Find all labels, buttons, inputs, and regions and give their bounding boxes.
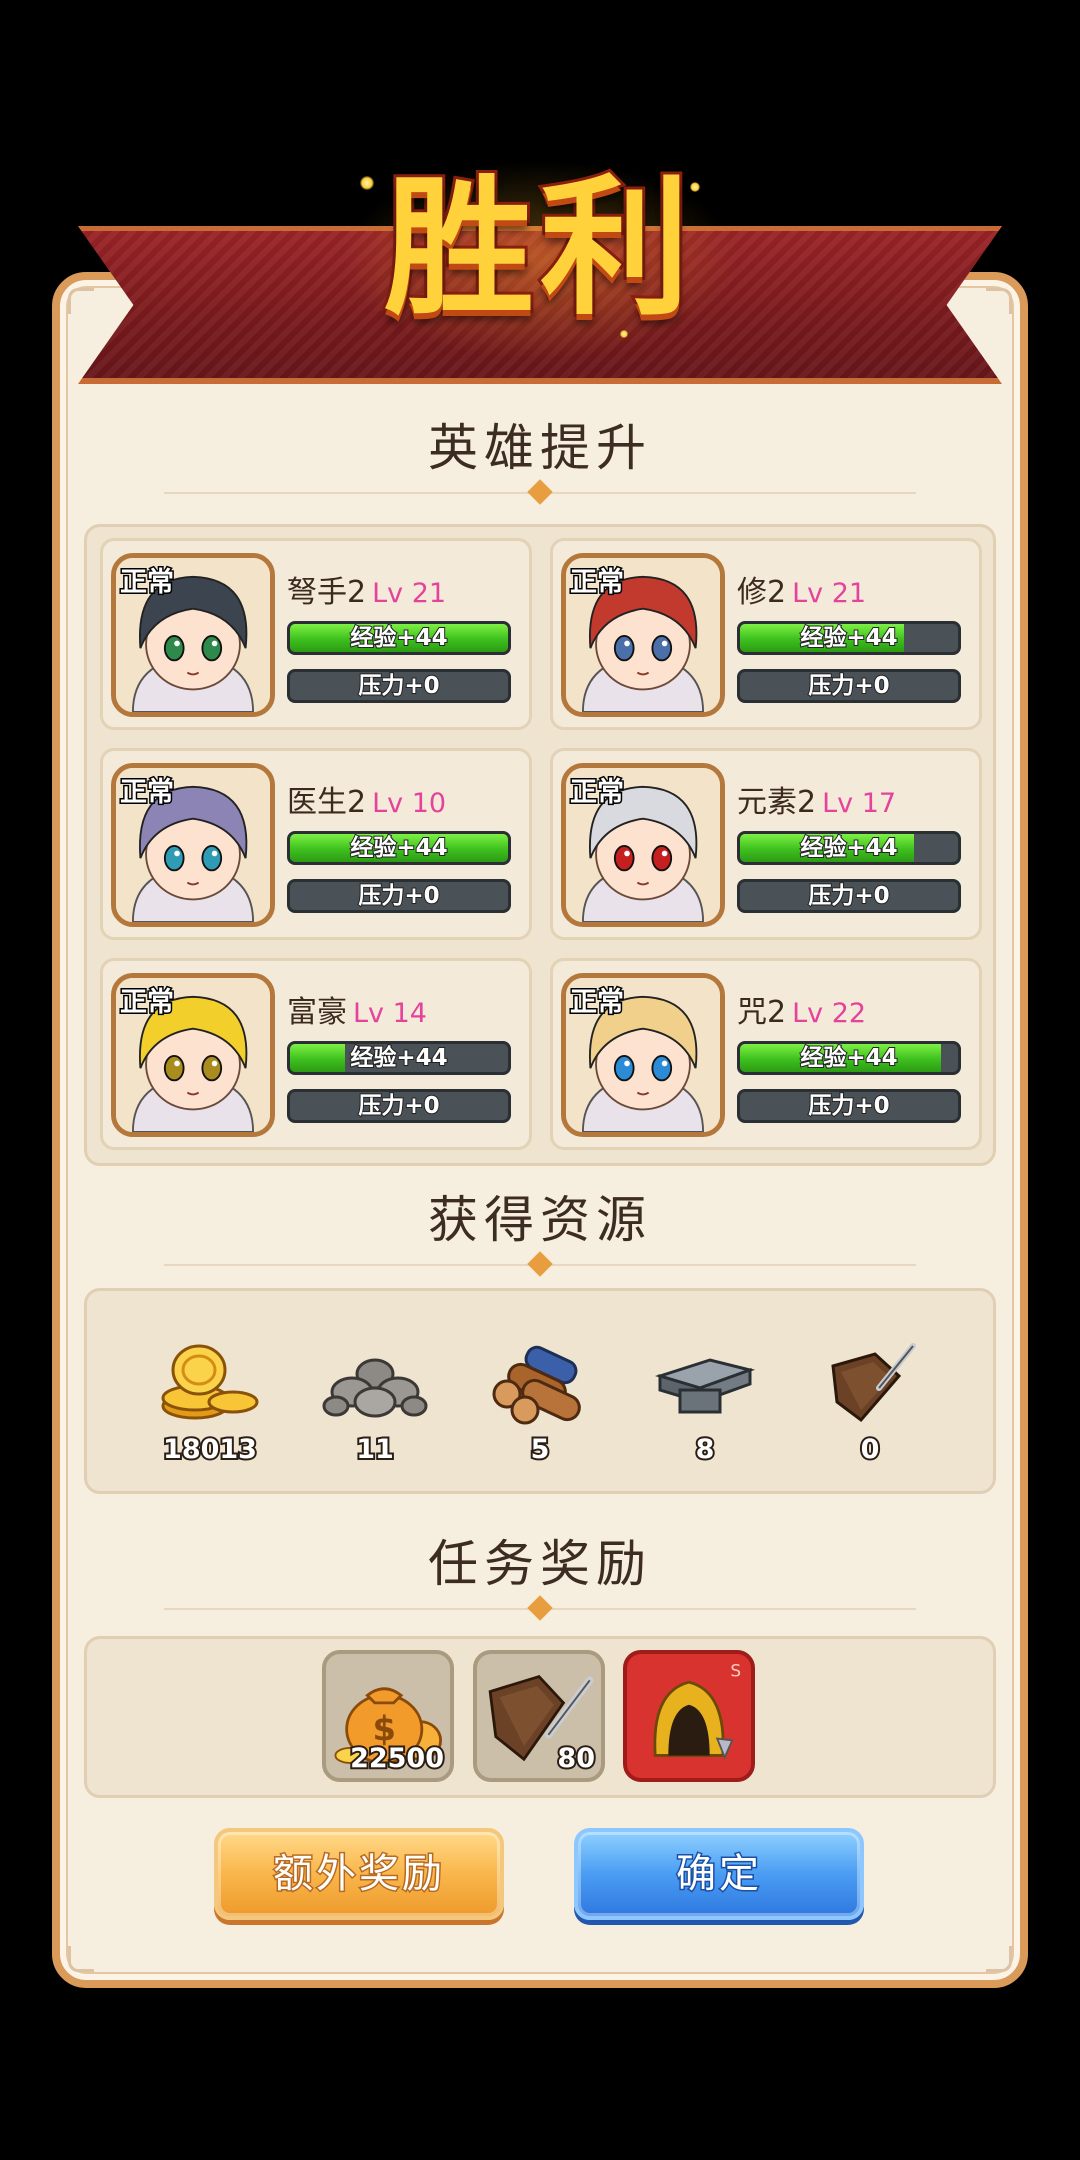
exp-gain-text: 经验+44 bbox=[799, 1044, 898, 1072]
reward-item-helmet[interactable]: S bbox=[623, 1650, 755, 1782]
hero-level: Lv 21 bbox=[372, 578, 447, 609]
resource-stone: 11 bbox=[300, 1336, 450, 1486]
exp-bar: 经验+44 bbox=[287, 1041, 511, 1075]
reward-count: 80 bbox=[555, 1741, 597, 1776]
hero-name-line: 咒2 Lv 22 bbox=[737, 987, 866, 1031]
hero-card[interactable]: 正常 弩手2 Lv 21 经验+44 压力+0 bbox=[100, 538, 532, 730]
leather-hide-icon bbox=[831, 1343, 916, 1423]
exp-bar: 经验+44 bbox=[737, 1041, 961, 1075]
sparkle bbox=[690, 182, 700, 192]
hero-portrait: 正常 bbox=[111, 553, 275, 717]
resource-count: 5 bbox=[529, 1432, 552, 1467]
hero-level: Lv 14 bbox=[353, 998, 427, 1029]
hero-status-tag: 正常 bbox=[569, 986, 626, 1020]
stress-bar: 压力+0 bbox=[737, 879, 961, 913]
sparkle bbox=[360, 176, 374, 190]
stress-bar: 压力+0 bbox=[287, 879, 511, 913]
reward-item-money[interactable]: $ 22500 bbox=[322, 1650, 454, 1782]
resource-gold: 18013 bbox=[135, 1336, 285, 1486]
stress-gain-text: 压力+0 bbox=[357, 1092, 440, 1120]
resource-wood: 5 bbox=[465, 1336, 615, 1486]
resource-iron: 8 bbox=[630, 1336, 780, 1486]
hero-status-tag: 正常 bbox=[119, 986, 176, 1020]
hero-portrait: 正常 bbox=[111, 973, 275, 1137]
hero-card[interactable]: 正常 医生2 Lv 10 经验+44 压力+0 bbox=[100, 748, 532, 940]
gold-coins-icon bbox=[161, 1344, 259, 1420]
resource-count: 0 bbox=[859, 1432, 882, 1467]
sparkle bbox=[620, 330, 628, 338]
hero-status-tag: 正常 bbox=[569, 776, 626, 810]
victory-title: 胜利 bbox=[381, 157, 696, 339]
hero-level: Lv 21 bbox=[792, 578, 867, 609]
hero-name-line: 医生2 Lv 10 bbox=[287, 777, 446, 821]
resource-count: 11 bbox=[354, 1432, 396, 1467]
iron-ingot-icon bbox=[654, 1358, 756, 1414]
hero-level: Lv 10 bbox=[372, 788, 447, 819]
hero-name: 修2 bbox=[737, 575, 787, 610]
wood-logs-icon bbox=[492, 1345, 581, 1425]
stress-gain-text: 压力+0 bbox=[357, 672, 440, 700]
stress-bar: 压力+0 bbox=[737, 1089, 961, 1123]
hero-card[interactable]: 正常 咒2 Lv 22 经验+44 压力+0 bbox=[550, 958, 982, 1150]
hero-card[interactable]: 正常 修2 Lv 21 经验+44 压力+0 bbox=[550, 538, 982, 730]
exp-bar: 经验+44 bbox=[287, 621, 511, 655]
stress-gain-text: 压力+0 bbox=[807, 882, 890, 910]
resource-leather: 0 bbox=[795, 1336, 945, 1486]
reward-count: 22500 bbox=[348, 1741, 446, 1776]
hero-status-tag: 正常 bbox=[119, 776, 176, 810]
svg-text:S: S bbox=[730, 1661, 741, 1681]
hero-name: 医生2 bbox=[287, 785, 367, 820]
hero-status-tag: 正常 bbox=[569, 566, 626, 600]
resource-count: 8 bbox=[694, 1432, 717, 1467]
hero-level: Lv 22 bbox=[792, 998, 867, 1029]
hero-name: 富豪 bbox=[287, 995, 347, 1030]
hero-name: 咒2 bbox=[737, 995, 787, 1030]
section-title-rewards: 任务奖励 bbox=[428, 1535, 652, 1593]
hero-portrait: 正常 bbox=[561, 763, 725, 927]
stress-gain-text: 压力+0 bbox=[807, 672, 890, 700]
exp-gain-text: 经验+44 bbox=[349, 1044, 448, 1072]
confirm-button[interactable]: 确定 bbox=[574, 1828, 864, 1920]
exp-gain-text: 经验+44 bbox=[349, 834, 448, 862]
hero-name: 弩手2 bbox=[287, 575, 367, 610]
hero-name-line: 修2 Lv 21 bbox=[737, 567, 866, 611]
exp-bar: 经验+44 bbox=[737, 621, 961, 655]
hero-name-line: 弩手2 Lv 21 bbox=[287, 567, 446, 611]
exp-gain-text: 经验+44 bbox=[349, 624, 448, 652]
stress-bar: 压力+0 bbox=[287, 669, 511, 703]
extra-reward-button[interactable]: 额外奖励 bbox=[214, 1828, 504, 1920]
resource-count: 18013 bbox=[161, 1432, 259, 1467]
hero-status-tag: 正常 bbox=[119, 566, 176, 600]
hero-portrait: 正常 bbox=[561, 973, 725, 1137]
hero-level: Lv 17 bbox=[822, 788, 897, 819]
reward-item-leather[interactable]: 80 bbox=[473, 1650, 605, 1782]
stress-bar: 压力+0 bbox=[287, 1089, 511, 1123]
hero-card[interactable]: 正常 富豪 Lv 14 经验+44 压力+0 bbox=[100, 958, 532, 1150]
hero-name-line: 元素2 Lv 17 bbox=[737, 777, 896, 821]
exp-gain-text: 经验+44 bbox=[799, 834, 898, 862]
stress-gain-text: 压力+0 bbox=[357, 882, 440, 910]
hero-name-line: 富豪 Lv 14 bbox=[287, 987, 427, 1031]
hero-card[interactable]: 正常 元素2 Lv 17 经验+44 压力+0 bbox=[550, 748, 982, 940]
section-title-heroes: 英雄提升 bbox=[428, 419, 652, 477]
hero-portrait: 正常 bbox=[561, 553, 725, 717]
exp-bar: 经验+44 bbox=[737, 831, 961, 865]
stone-icon bbox=[322, 1358, 428, 1418]
exp-bar: 经验+44 bbox=[287, 831, 511, 865]
hero-name: 元素2 bbox=[737, 785, 817, 820]
stress-gain-text: 压力+0 bbox=[807, 1092, 890, 1120]
stress-bar: 压力+0 bbox=[737, 669, 961, 703]
section-title-resources: 获得资源 bbox=[428, 1191, 652, 1249]
helmet-item-icon: S bbox=[653, 1661, 741, 1760]
hero-portrait: 正常 bbox=[111, 763, 275, 927]
exp-gain-text: 经验+44 bbox=[799, 624, 898, 652]
